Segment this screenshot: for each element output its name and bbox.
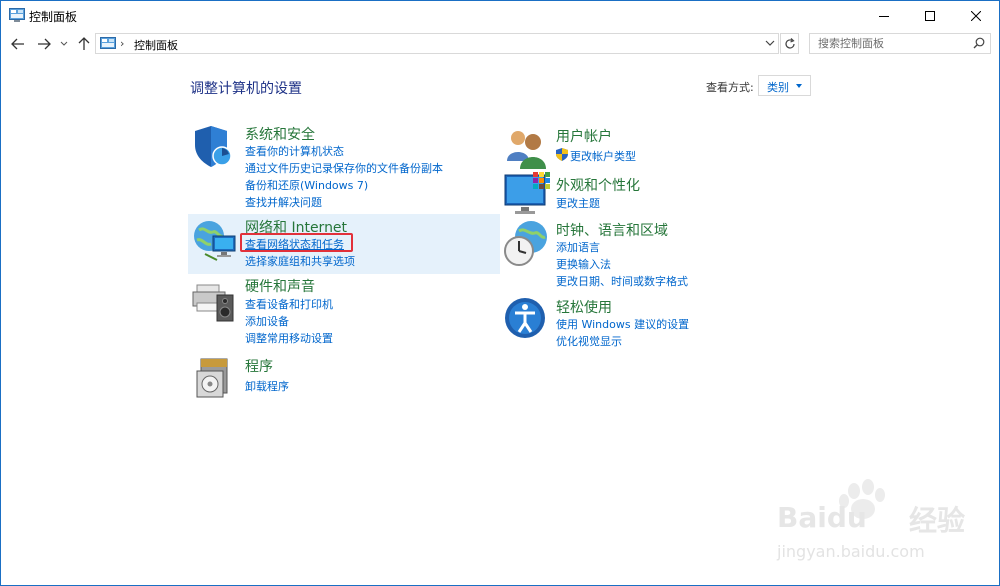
category-title-clock-language-region[interactable]: 时钟、语言和区域 xyxy=(556,220,668,240)
control-panel-icon xyxy=(9,8,25,22)
link-add-language[interactable]: 添加语言 xyxy=(556,239,600,255)
breadcrumb-control-panel[interactable]: 控制面板 xyxy=(134,37,178,53)
user-accounts-icon[interactable] xyxy=(503,125,551,173)
category-title-hardware-sound[interactable]: 硬件和声音 xyxy=(245,276,315,296)
view-by-value: 类别 xyxy=(767,81,789,94)
category-title-ease-of-access[interactable]: 轻松使用 xyxy=(556,297,612,317)
category-title-programs[interactable]: 程序 xyxy=(245,356,273,376)
programs-icon[interactable] xyxy=(191,353,239,401)
link-homegroup-sharing[interactable]: 选择家庭组和共享选项 xyxy=(245,253,355,269)
annotation-highlight-box xyxy=(240,233,353,252)
shield-icon[interactable] xyxy=(191,123,239,171)
view-by-label: 查看方式: xyxy=(706,81,754,94)
recent-locations-button[interactable] xyxy=(58,35,70,53)
navigation-bar: › 控制面板 xyxy=(1,30,999,58)
link-view-computer-status[interactable]: 查看你的计算机状态 xyxy=(245,143,344,159)
minimize-icon xyxy=(879,15,889,17)
forward-button[interactable] xyxy=(35,35,53,53)
back-button[interactable] xyxy=(9,35,27,53)
address-bar[interactable]: › 控制面板 xyxy=(95,33,779,54)
link-add-device[interactable]: 添加设备 xyxy=(245,313,289,329)
maximize-button[interactable] xyxy=(907,1,953,30)
category-title-user-accounts[interactable]: 用户帐户 xyxy=(556,126,612,146)
link-devices-printers[interactable]: 查看设备和打印机 xyxy=(245,296,333,312)
title-bar: 控制面板 xyxy=(1,1,999,30)
close-icon xyxy=(971,10,981,21)
close-button[interactable] xyxy=(953,1,999,30)
arrow-right-icon xyxy=(38,38,51,50)
link-change-date-time-format[interactable]: 更改日期、时间或数字格式 xyxy=(556,273,688,289)
link-recommended-settings[interactable]: 使用 Windows 建议的设置 xyxy=(556,316,689,332)
window-title: 控制面板 xyxy=(29,10,78,24)
refresh-button[interactable] xyxy=(780,33,799,54)
link-troubleshoot[interactable]: 查找并解决问题 xyxy=(245,194,322,210)
up-button[interactable] xyxy=(75,35,93,53)
refresh-icon xyxy=(784,37,795,49)
search-box[interactable] xyxy=(809,33,991,54)
chevron-down-icon[interactable] xyxy=(765,38,775,48)
search-icon[interactable] xyxy=(973,37,985,49)
link-file-history-backup[interactable]: 通过文件历史记录保存你的文件备份副本 xyxy=(245,160,443,176)
watermark-brand: Baidu xyxy=(777,501,867,534)
network-globe-icon[interactable] xyxy=(191,216,239,264)
printer-speaker-icon[interactable] xyxy=(191,277,239,325)
link-uninstall-program[interactable]: 卸载程序 xyxy=(245,378,289,394)
link-change-input-method[interactable]: 更换输入法 xyxy=(556,256,611,272)
category-title-system-security[interactable]: 系统和安全 xyxy=(245,124,315,144)
control-panel-window: 控制面板 › 控制面板 搜索控制面板 调整计算机的设置 查看方式: 类别 系统和… xyxy=(0,0,1000,586)
search-input[interactable] xyxy=(818,36,968,51)
page-title: 调整计算机的设置 xyxy=(190,81,302,97)
link-backup-restore-win7[interactable]: 备份和还原(Windows 7) xyxy=(245,177,368,193)
chevron-down-icon xyxy=(60,41,68,46)
maximize-icon xyxy=(925,10,935,21)
view-by-dropdown[interactable]: 类别 xyxy=(758,75,811,96)
clock-globe-icon[interactable] xyxy=(503,219,551,267)
breadcrumb-separator[interactable]: › xyxy=(120,37,124,50)
watermark-url: jingyan.baidu.com xyxy=(777,542,925,561)
appearance-personalization-icon[interactable] xyxy=(503,171,551,219)
control-panel-icon xyxy=(100,37,116,49)
arrow-up-icon xyxy=(78,37,90,50)
watermark-brand-cn: 经验 xyxy=(909,504,966,537)
uac-shield-icon xyxy=(556,148,568,161)
minimize-button[interactable] xyxy=(861,1,907,30)
link-optimize-visual-display[interactable]: 优化视觉显示 xyxy=(556,333,622,349)
arrow-left-icon xyxy=(11,38,24,50)
ease-of-access-icon[interactable] xyxy=(503,296,551,344)
link-change-theme[interactable]: 更改主题 xyxy=(556,195,600,211)
link-change-account-type[interactable]: 更改帐户类型 xyxy=(570,148,636,164)
category-title-appearance[interactable]: 外观和个性化 xyxy=(556,175,640,195)
link-mobility-settings[interactable]: 调整常用移动设置 xyxy=(245,330,333,346)
caret-down-icon xyxy=(796,84,802,88)
